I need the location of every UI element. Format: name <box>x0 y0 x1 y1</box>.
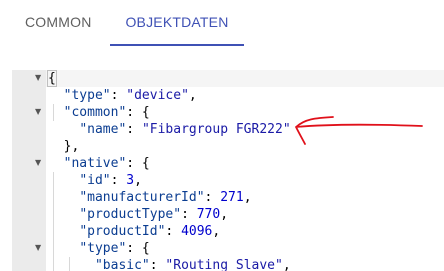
annotation-arrow <box>295 116 423 145</box>
